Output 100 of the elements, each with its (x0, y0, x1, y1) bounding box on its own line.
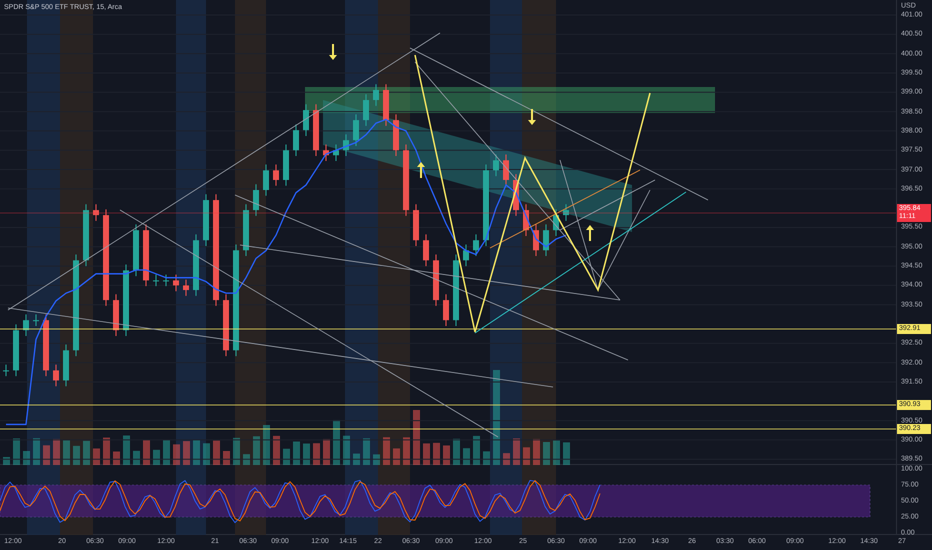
volume-bar (483, 451, 490, 465)
candlestick (533, 224, 539, 257)
candlestick (473, 234, 479, 257)
volume-bar (273, 436, 280, 465)
candlestick (373, 84, 379, 106)
volume-bar (13, 438, 20, 465)
candlestick (63, 344, 69, 387)
volume-bar (333, 420, 340, 465)
candlestick (193, 234, 199, 296)
up-arrow-icon (417, 162, 425, 178)
candlestick (163, 274, 169, 287)
candlestick (263, 164, 269, 196)
volume-bar (473, 436, 480, 465)
candlestick (303, 104, 309, 136)
volume-bar (463, 448, 470, 465)
candlestick (333, 144, 339, 162)
candlestick (423, 234, 429, 267)
volume-bar (183, 441, 190, 465)
candlestick (443, 294, 449, 326)
candlestick (223, 294, 229, 357)
candlestick (553, 208, 559, 236)
volume-bar (93, 448, 100, 465)
up-arrow-icon (586, 225, 594, 241)
candlestick (393, 114, 399, 157)
volume-bar (553, 440, 560, 465)
candlestick (43, 314, 49, 377)
volume-bar (383, 437, 390, 465)
volume-bar (53, 439, 60, 465)
candlestick (293, 124, 299, 157)
candlestick (143, 224, 149, 287)
candlestick (413, 204, 419, 247)
candlestick (243, 204, 249, 257)
candlestick (363, 94, 369, 126)
volume-bar (83, 440, 90, 465)
candlestick (283, 144, 289, 186)
volume-bar (413, 410, 420, 465)
volume-bar (513, 438, 520, 465)
volume-bar (33, 438, 40, 465)
volume-bar (563, 442, 570, 465)
volume-bar (453, 438, 460, 465)
volume-bar (133, 450, 140, 465)
volume-bar (213, 440, 220, 465)
volume-bar (113, 452, 120, 465)
candlestick (253, 184, 259, 216)
candlestick (113, 294, 119, 336)
candlestick (313, 104, 319, 157)
volume-bar (173, 444, 180, 465)
volume-bar (433, 442, 440, 465)
volume-bar (73, 446, 80, 465)
candlestick (13, 324, 19, 377)
volume-bar (443, 445, 450, 465)
volume-bar (243, 454, 250, 465)
down-arrow-icon (329, 44, 337, 60)
volume-bar (403, 437, 410, 465)
candlestick (33, 314, 39, 326)
candlestick (3, 364, 9, 377)
volume-bar (103, 438, 110, 465)
volume-bar (503, 453, 510, 465)
candlestick (383, 84, 389, 126)
volume-bar (533, 439, 540, 465)
volume-bar (233, 438, 240, 465)
volume-bar (143, 440, 150, 465)
volume-bar (373, 454, 380, 465)
volume-bar (253, 436, 260, 465)
candlestick (503, 154, 509, 186)
volume-bar (203, 443, 210, 465)
candlestick (133, 224, 139, 277)
volume-bar (3, 457, 10, 465)
candlestick (343, 134, 349, 157)
volume-bar (363, 438, 370, 465)
volume-bar (343, 436, 350, 465)
volume-bar (153, 450, 160, 465)
candlestick (433, 254, 439, 306)
volume-bar (223, 451, 230, 465)
down-arrow-icon (528, 109, 536, 125)
volume-bar (393, 448, 400, 465)
candlestick (83, 204, 89, 267)
volume-bar (263, 425, 270, 465)
volume-bar (523, 447, 530, 465)
volume-bar (43, 445, 50, 465)
volume-bar (313, 443, 320, 465)
candlestick (173, 274, 179, 292)
volume-bar (303, 444, 310, 465)
candlestick (513, 174, 519, 216)
candlestick (183, 279, 189, 296)
candlestick (53, 364, 59, 387)
volume-bar (23, 451, 30, 465)
candlestick (563, 204, 569, 222)
candlestick (323, 144, 329, 162)
volume-bar (293, 442, 300, 465)
candlestick (463, 244, 469, 267)
volume-bar (123, 436, 130, 465)
volume-bar (353, 454, 360, 465)
volume-bar (323, 439, 330, 465)
candlestick (93, 204, 99, 222)
candlestick (23, 314, 29, 336)
candlestick (493, 154, 499, 177)
candlestick (273, 164, 279, 186)
candlestick (543, 224, 549, 257)
volume-bar (283, 448, 290, 465)
